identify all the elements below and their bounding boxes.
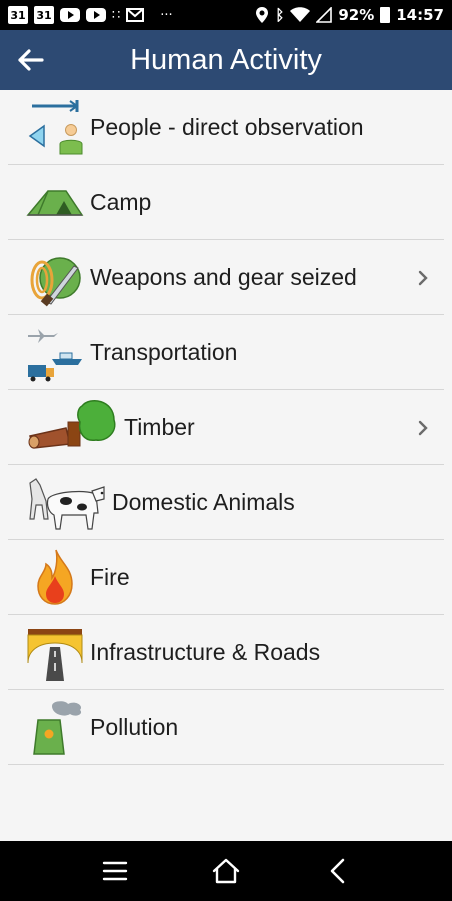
youtube-icon [60, 8, 80, 22]
infrastructure-roads-icon [26, 623, 84, 683]
item-label: Camp [90, 189, 152, 215]
chevron-left-icon [330, 858, 344, 884]
more-notifications-icon: ··· [160, 7, 173, 23]
chevron-right-icon [418, 420, 428, 435]
camp-tent-icon [26, 173, 84, 233]
item-label: Timber [124, 414, 195, 440]
fire-icon [26, 548, 84, 608]
transportation-icon [26, 323, 84, 383]
pollution-icon [26, 698, 84, 758]
list-item-domestic-animals[interactable]: Domestic Animals [0, 465, 452, 540]
item-label: Weapons and gear seized [90, 264, 357, 290]
list-item-weapons-gear[interactable]: Weapons and gear seized [0, 240, 452, 315]
menu-button[interactable] [90, 846, 140, 896]
timber-icon [26, 398, 118, 458]
battery-icon [380, 7, 391, 23]
calendar-icon: 31 [8, 6, 28, 24]
clock: 14:57 [396, 6, 444, 24]
item-label: Pollution [90, 714, 179, 740]
signal-icon [316, 7, 333, 23]
item-label: People - direct observation [90, 114, 364, 140]
category-list: People - direct observation Camp Weapons… [0, 90, 452, 765]
home-button[interactable] [201, 846, 251, 896]
list-item-timber[interactable]: Timber [0, 390, 452, 465]
bluetooth-icon: ᛒ [275, 6, 285, 24]
item-label: Infrastructure & Roads [90, 639, 321, 665]
back-nav-button[interactable] [312, 846, 362, 896]
list-item-infrastructure-roads[interactable]: Infrastructure & Roads [0, 615, 452, 690]
list-item-transportation[interactable]: Transportation [0, 315, 452, 390]
system-status: ᛒ 92% 14:57 [255, 6, 444, 24]
system-nav-bar [0, 841, 452, 901]
location-icon [256, 7, 269, 23]
page-title: Human Activity [130, 43, 322, 76]
back-button[interactable] [0, 30, 60, 90]
youtube-icon [86, 8, 106, 22]
home-icon [212, 858, 240, 884]
item-label: Transportation [90, 339, 238, 365]
app-bar: Human Activity [0, 30, 452, 90]
status-bar: 31 31 ∷ ··· ᛒ 92% 14:57 [0, 0, 452, 30]
list-item-fire[interactable]: Fire [0, 540, 452, 615]
chevron-right-icon [418, 270, 428, 285]
battery-percent: 92% [338, 6, 375, 24]
arrow-left-icon [18, 49, 44, 71]
item-label: Domestic Animals [112, 489, 295, 515]
list-item-people-observation[interactable]: People - direct observation [0, 90, 452, 165]
list-item-camp[interactable]: Camp [0, 165, 452, 240]
menu-icon [103, 861, 128, 881]
domestic-animals-icon [26, 473, 106, 533]
wifi-icon [290, 7, 311, 22]
weapons-gear-icon [26, 248, 84, 308]
gmail-icon [126, 8, 145, 22]
people-observation-icon [26, 98, 84, 158]
notification-icons: 31 31 ∷ ··· [8, 6, 173, 24]
item-label: Fire [90, 564, 130, 590]
hub-icon: ∷ [112, 7, 121, 23]
list-item-pollution[interactable]: Pollution [0, 690, 452, 765]
calendar-icon: 31 [34, 6, 54, 24]
